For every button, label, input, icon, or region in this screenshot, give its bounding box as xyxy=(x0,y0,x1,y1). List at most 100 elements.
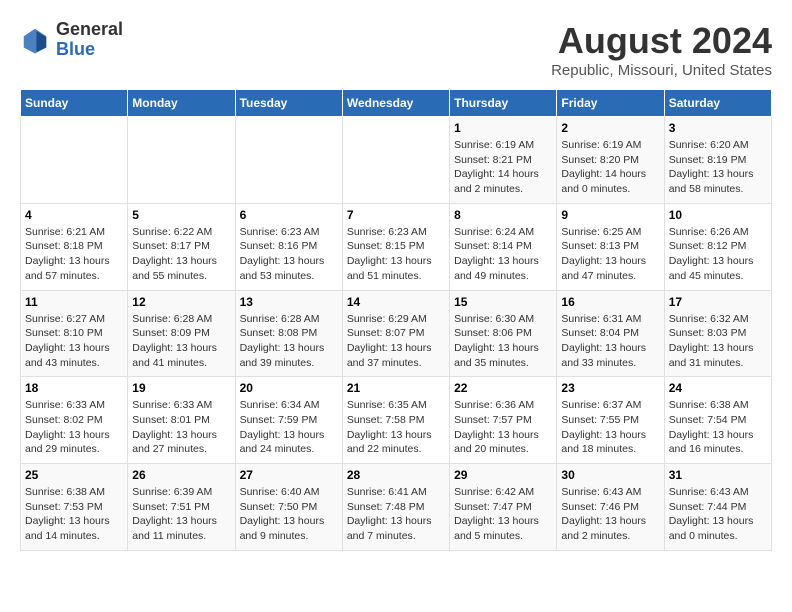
day-number: 12 xyxy=(132,295,230,309)
weekday-header-friday: Friday xyxy=(557,90,664,117)
calendar-cell: 25 Sunrise: 6:38 AM Sunset: 7:53 PM Dayli… xyxy=(21,464,128,551)
day-info: Sunrise: 6:24 AM Sunset: 8:14 PM Dayligh… xyxy=(454,225,552,284)
calendar-body: 1Sunrise: 6:19 AM Sunset: 8:21 PM Daylig… xyxy=(21,117,772,551)
day-number: 30 xyxy=(561,468,659,482)
calendar-cell: 5Sunrise: 6:22 AM Sunset: 8:17 PM Daylig… xyxy=(128,203,235,290)
weekday-header-row: SundayMondayTuesdayWednesdayThursdayFrid… xyxy=(21,90,772,117)
calendar-week-3: 11 Sunrise: 6:27 AM Sunset: 8:10 PM Dayli… xyxy=(21,290,772,377)
calendar-cell: 30 Sunrise: 6:43 AM Sunset: 7:46 PM Dayli… xyxy=(557,464,664,551)
weekday-header-thursday: Thursday xyxy=(450,90,557,117)
day-info: Sunrise: 6:38 AM Sunset: 7:54 PM Dayligh… xyxy=(669,398,767,457)
title-block: August 2024 Republic, Missouri, United S… xyxy=(551,20,772,79)
day-number: 6 xyxy=(240,208,338,222)
calendar-cell xyxy=(342,117,449,204)
day-number: 10 xyxy=(669,208,767,222)
day-number: 15 xyxy=(454,295,552,309)
day-number: 11 xyxy=(25,295,123,309)
calendar-cell: 6 Sunrise: 6:23 AM Sunset: 8:16 PM Daylig… xyxy=(235,203,342,290)
day-info: Sunrise: 6:29 AM Sunset: 8:07 PM Dayligh… xyxy=(347,312,445,371)
calendar-cell xyxy=(235,117,342,204)
day-number: 29 xyxy=(454,468,552,482)
day-info: Sunrise: 6:19 AM Sunset: 8:21 PM Dayligh… xyxy=(454,138,552,197)
day-number: 17 xyxy=(669,295,767,309)
weekday-header-saturday: Saturday xyxy=(664,90,771,117)
weekday-header-monday: Monday xyxy=(128,90,235,117)
day-number: 18 xyxy=(25,381,123,395)
day-info: Sunrise: 6:23 AM Sunset: 8:15 PM Dayligh… xyxy=(347,225,445,284)
day-number: 25 xyxy=(25,468,123,482)
calendar-week-5: 25 Sunrise: 6:38 AM Sunset: 7:53 PM Dayli… xyxy=(21,464,772,551)
calendar-cell: 20 Sunrise: 6:34 AM Sunset: 7:59 PM Dayli… xyxy=(235,377,342,464)
subtitle: Republic, Missouri, United States xyxy=(551,62,772,79)
calendar-cell: 26 Sunrise: 6:39 AM Sunset: 7:51 PM Dayli… xyxy=(128,464,235,551)
calendar-cell: 19 Sunrise: 6:33 AM Sunset: 8:01 PM Dayli… xyxy=(128,377,235,464)
day-number: 16 xyxy=(561,295,659,309)
day-info: Sunrise: 6:35 AM Sunset: 7:58 PM Dayligh… xyxy=(347,398,445,457)
day-info: Sunrise: 6:33 AM Sunset: 8:02 PM Dayligh… xyxy=(25,398,123,457)
day-number: 7 xyxy=(347,208,445,222)
calendar-cell: 1Sunrise: 6:19 AM Sunset: 8:21 PM Daylig… xyxy=(450,117,557,204)
calendar-cell: 3 Sunrise: 6:20 AM Sunset: 8:19 PM Daylig… xyxy=(664,117,771,204)
day-number: 22 xyxy=(454,381,552,395)
calendar-week-2: 4 Sunrise: 6:21 AM Sunset: 8:18 PM Daylig… xyxy=(21,203,772,290)
day-info: Sunrise: 6:21 AM Sunset: 8:18 PM Dayligh… xyxy=(25,225,123,284)
day-info: Sunrise: 6:40 AM Sunset: 7:50 PM Dayligh… xyxy=(240,485,338,544)
calendar-week-1: 1Sunrise: 6:19 AM Sunset: 8:21 PM Daylig… xyxy=(21,117,772,204)
day-number: 20 xyxy=(240,381,338,395)
day-info: Sunrise: 6:25 AM Sunset: 8:13 PM Dayligh… xyxy=(561,225,659,284)
day-info: Sunrise: 6:41 AM Sunset: 7:48 PM Dayligh… xyxy=(347,485,445,544)
day-number: 26 xyxy=(132,468,230,482)
day-number: 28 xyxy=(347,468,445,482)
logo-general-text: General xyxy=(56,19,123,39)
day-number: 2 xyxy=(561,121,659,135)
day-number: 21 xyxy=(347,381,445,395)
day-info: Sunrise: 6:27 AM Sunset: 8:10 PM Dayligh… xyxy=(25,312,123,371)
day-info: Sunrise: 6:28 AM Sunset: 8:08 PM Dayligh… xyxy=(240,312,338,371)
day-number: 27 xyxy=(240,468,338,482)
day-info: Sunrise: 6:42 AM Sunset: 7:47 PM Dayligh… xyxy=(454,485,552,544)
day-info: Sunrise: 6:37 AM Sunset: 7:55 PM Dayligh… xyxy=(561,398,659,457)
day-info: Sunrise: 6:20 AM Sunset: 8:19 PM Dayligh… xyxy=(669,138,767,197)
calendar-cell: 31 Sunrise: 6:43 AM Sunset: 7:44 PM Dayli… xyxy=(664,464,771,551)
calendar-cell: 7 Sunrise: 6:23 AM Sunset: 8:15 PM Daylig… xyxy=(342,203,449,290)
page-header: General Blue August 2024 Republic, Misso… xyxy=(20,20,772,79)
day-info: Sunrise: 6:31 AM Sunset: 8:04 PM Dayligh… xyxy=(561,312,659,371)
day-number: 9 xyxy=(561,208,659,222)
day-info: Sunrise: 6:34 AM Sunset: 7:59 PM Dayligh… xyxy=(240,398,338,457)
calendar-week-4: 18 Sunrise: 6:33 AM Sunset: 8:02 PM Dayli… xyxy=(21,377,772,464)
day-info: Sunrise: 6:19 AM Sunset: 8:20 PM Dayligh… xyxy=(561,138,659,197)
calendar-cell: 23 Sunrise: 6:37 AM Sunset: 7:55 PM Dayli… xyxy=(557,377,664,464)
day-info: Sunrise: 6:36 AM Sunset: 7:57 PM Dayligh… xyxy=(454,398,552,457)
day-number: 4 xyxy=(25,208,123,222)
day-number: 8 xyxy=(454,208,552,222)
calendar-cell: 15 Sunrise: 6:30 AM Sunset: 8:06 PM Dayli… xyxy=(450,290,557,377)
day-info: Sunrise: 6:39 AM Sunset: 7:51 PM Dayligh… xyxy=(132,485,230,544)
day-number: 3 xyxy=(669,121,767,135)
calendar-cell: 17 Sunrise: 6:32 AM Sunset: 8:03 PM Dayli… xyxy=(664,290,771,377)
day-info: Sunrise: 6:33 AM Sunset: 8:01 PM Dayligh… xyxy=(132,398,230,457)
calendar-cell: 29 Sunrise: 6:42 AM Sunset: 7:47 PM Dayli… xyxy=(450,464,557,551)
calendar-cell: 10 Sunrise: 6:26 AM Sunset: 8:12 PM Dayli… xyxy=(664,203,771,290)
calendar-cell: 21 Sunrise: 6:35 AM Sunset: 7:58 PM Dayli… xyxy=(342,377,449,464)
logo: General Blue xyxy=(20,20,123,60)
day-number: 24 xyxy=(669,381,767,395)
day-info: Sunrise: 6:43 AM Sunset: 7:46 PM Dayligh… xyxy=(561,485,659,544)
logo-blue-text: Blue xyxy=(56,39,95,59)
day-info: Sunrise: 6:38 AM Sunset: 7:53 PM Dayligh… xyxy=(25,485,123,544)
calendar-cell: 11 Sunrise: 6:27 AM Sunset: 8:10 PM Dayli… xyxy=(21,290,128,377)
day-info: Sunrise: 6:43 AM Sunset: 7:44 PM Dayligh… xyxy=(669,485,767,544)
calendar-cell: 24 Sunrise: 6:38 AM Sunset: 7:54 PM Dayli… xyxy=(664,377,771,464)
calendar-cell xyxy=(21,117,128,204)
calendar-header: SundayMondayTuesdayWednesdayThursdayFrid… xyxy=(21,90,772,117)
day-info: Sunrise: 6:30 AM Sunset: 8:06 PM Dayligh… xyxy=(454,312,552,371)
calendar-cell: 4 Sunrise: 6:21 AM Sunset: 8:18 PM Daylig… xyxy=(21,203,128,290)
day-number: 19 xyxy=(132,381,230,395)
day-info: Sunrise: 6:32 AM Sunset: 8:03 PM Dayligh… xyxy=(669,312,767,371)
calendar-cell: 28 Sunrise: 6:41 AM Sunset: 7:48 PM Dayli… xyxy=(342,464,449,551)
day-info: Sunrise: 6:23 AM Sunset: 8:16 PM Dayligh… xyxy=(240,225,338,284)
day-number: 31 xyxy=(669,468,767,482)
day-number: 13 xyxy=(240,295,338,309)
day-number: 23 xyxy=(561,381,659,395)
weekday-header-wednesday: Wednesday xyxy=(342,90,449,117)
day-info: Sunrise: 6:26 AM Sunset: 8:12 PM Dayligh… xyxy=(669,225,767,284)
